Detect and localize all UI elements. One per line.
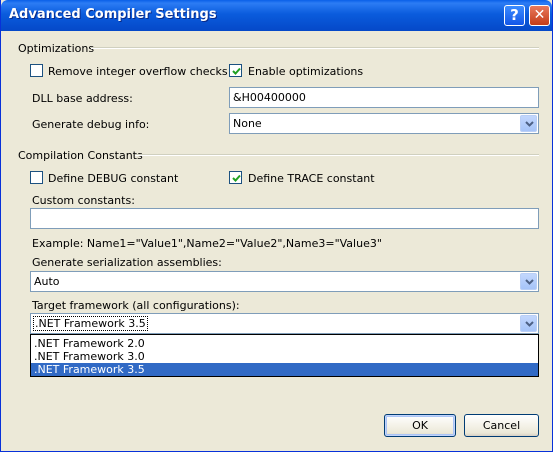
dropdown-option-net35[interactable]: .NET Framework 3.5: [31, 363, 538, 376]
chevron-down-icon[interactable]: [520, 315, 537, 332]
window-title: Advanced Compiler Settings: [9, 7, 217, 22]
serialization-value: Auto: [34, 275, 60, 288]
enable-optimizations-label: Enable optimizations: [248, 65, 364, 78]
remove-overflow-label: Remove integer overflow checks: [48, 65, 228, 78]
remove-overflow-checkbox[interactable]: [30, 64, 43, 77]
define-trace-checkbox[interactable]: [229, 171, 242, 184]
target-framework-select[interactable]: .NET Framework 3.5: [30, 313, 539, 334]
dropdown-option-net30[interactable]: .NET Framework 3.0: [31, 350, 538, 363]
dll-base-address-input[interactable]: &H00400000: [229, 87, 539, 108]
close-button[interactable]: ✕: [529, 5, 550, 26]
serialization-select[interactable]: Auto: [30, 271, 539, 292]
checkmark-icon: [232, 174, 241, 182]
target-framework-value: .NET Framework 3.5: [33, 316, 148, 331]
title-bar[interactable]: Advanced Compiler Settings ? ✕: [1, 0, 552, 31]
help-icon: ?: [510, 6, 519, 24]
debug-info-value: None: [233, 117, 262, 130]
target-framework-dropdown-list: .NET Framework 2.0 .NET Framework 3.0 .N…: [30, 334, 539, 377]
dropdown-option-net20[interactable]: .NET Framework 2.0: [31, 337, 538, 350]
ok-button[interactable]: OK: [384, 414, 456, 437]
define-debug-checkbox[interactable]: [30, 171, 43, 184]
dll-base-label: DLL base address:: [32, 92, 133, 105]
custom-constants-input[interactable]: [30, 208, 539, 229]
chevron-down-icon[interactable]: [520, 273, 537, 290]
compilation-constants-divider: [135, 154, 539, 156]
advanced-compiler-settings-dialog: Advanced Compiler Settings ? ✕ Optimizat…: [0, 0, 553, 452]
optimizations-group-label: Optimizations: [18, 42, 95, 55]
checkmark-icon: [232, 67, 241, 75]
define-debug-label: Define DEBUG constant: [48, 172, 179, 185]
close-icon: ✕: [533, 7, 546, 23]
chevron-down-icon[interactable]: [520, 115, 537, 132]
debug-info-label: Generate debug info:: [32, 118, 150, 131]
debug-info-select[interactable]: None: [229, 113, 539, 134]
optimizations-divider: [91, 47, 539, 49]
example-text: Example: Name1="Value1",Name2="Value2",N…: [32, 237, 382, 250]
cancel-button[interactable]: Cancel: [464, 414, 539, 437]
compilation-constants-group-label: Compilation Constants: [18, 149, 143, 162]
enable-optimizations-checkbox[interactable]: [229, 64, 242, 77]
target-framework-label: Target framework (all configurations):: [32, 299, 240, 312]
custom-constants-label: Custom constants:: [32, 194, 135, 207]
serialization-label: Generate serialization assemblies:: [32, 256, 222, 269]
help-button[interactable]: ?: [504, 5, 525, 26]
define-trace-label: Define TRACE constant: [248, 172, 375, 185]
